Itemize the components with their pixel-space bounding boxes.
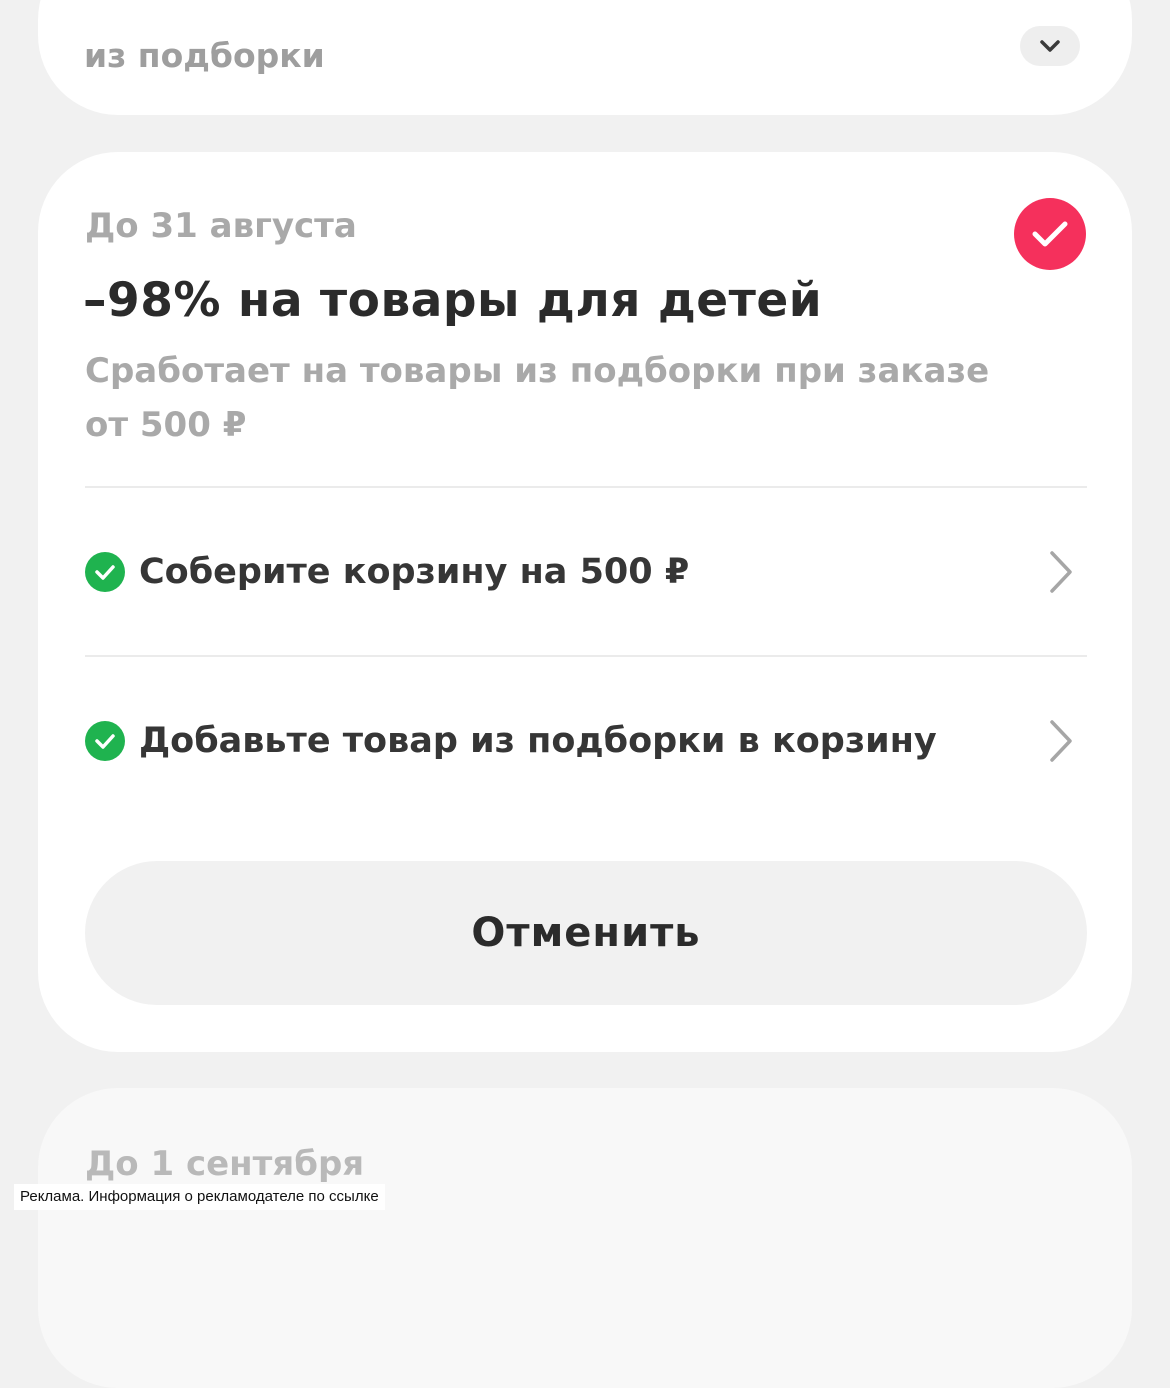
chevron-down-icon: [1040, 40, 1060, 52]
condition-label: Соберите корзину на 500 ₽: [139, 552, 690, 592]
expand-button[interactable]: [1020, 26, 1080, 66]
promo-card-next: До 1 сентября: [38, 1088, 1132, 1388]
divider: [85, 655, 1087, 657]
chevron-right-icon: [1041, 547, 1081, 597]
promo-card-active: До 31 августа –98% на товары для детей С…: [38, 152, 1132, 1052]
condition-row-cart-total[interactable]: Соберите корзину на 500 ₽: [85, 532, 1087, 612]
check-circle-icon: [85, 552, 125, 592]
promo-selected-badge[interactable]: [1014, 198, 1086, 270]
promo-description-line: из подборки: [84, 36, 325, 75]
divider: [85, 486, 1087, 488]
promo-description: Сработает на товары из подборки при зака…: [85, 351, 990, 445]
cancel-button[interactable]: Отменить: [85, 861, 1087, 1005]
condition-label: Добавьте товар из подборки в корзину: [139, 721, 937, 761]
ad-disclaimer-link[interactable]: Реклама. Информация о рекламодателе по с…: [14, 1184, 385, 1210]
checkmark-icon: [1032, 221, 1068, 247]
check-circle-icon: [85, 721, 125, 761]
chevron-right-icon: [1041, 716, 1081, 766]
promo-title: –98% на товары для детей: [83, 273, 823, 328]
promo-deadline: До 1 сентября: [85, 1144, 365, 1184]
promo-deadline: До 31 августа: [85, 206, 357, 246]
promo-card-previous: из подборки: [38, 0, 1132, 115]
condition-row-add-item[interactable]: Добавьте товар из подборки в корзину: [85, 701, 1087, 781]
